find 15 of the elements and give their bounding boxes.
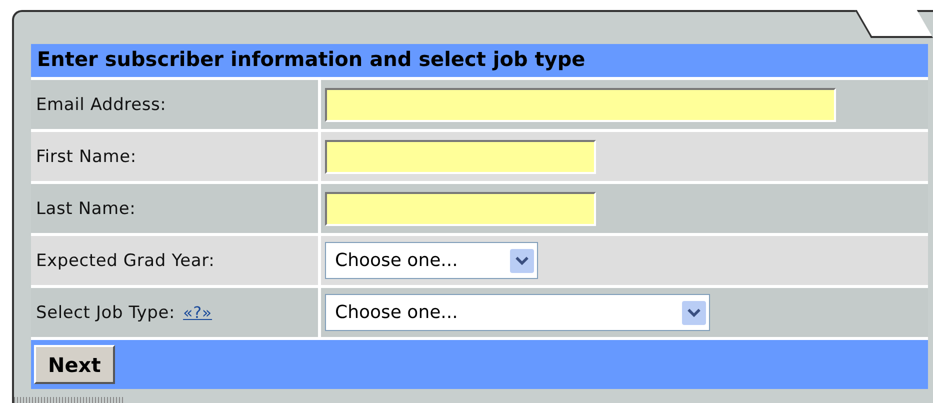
next-button[interactable]: Next: [34, 345, 115, 384]
dropdown[interactable]: Choose one...: [325, 294, 710, 331]
help-link[interactable]: «?»: [183, 303, 212, 322]
field-label: Email Address:: [31, 80, 318, 129]
chevron-down-icon: [682, 300, 706, 326]
form-title: Enter subscriber information and select job type: [31, 44, 928, 77]
field-label: Select Job Type:: [36, 302, 176, 322]
field-label: First Name:: [31, 132, 318, 181]
field-label: Expected Grad Year:: [31, 236, 318, 285]
input-field[interactable]: [325, 88, 836, 122]
dropdown[interactable]: Choose one...: [325, 242, 538, 279]
input-field[interactable]: [325, 140, 596, 174]
chevron-down-icon: [510, 248, 534, 274]
input-field[interactable]: [325, 192, 596, 226]
field-label: Last Name:: [31, 184, 318, 233]
